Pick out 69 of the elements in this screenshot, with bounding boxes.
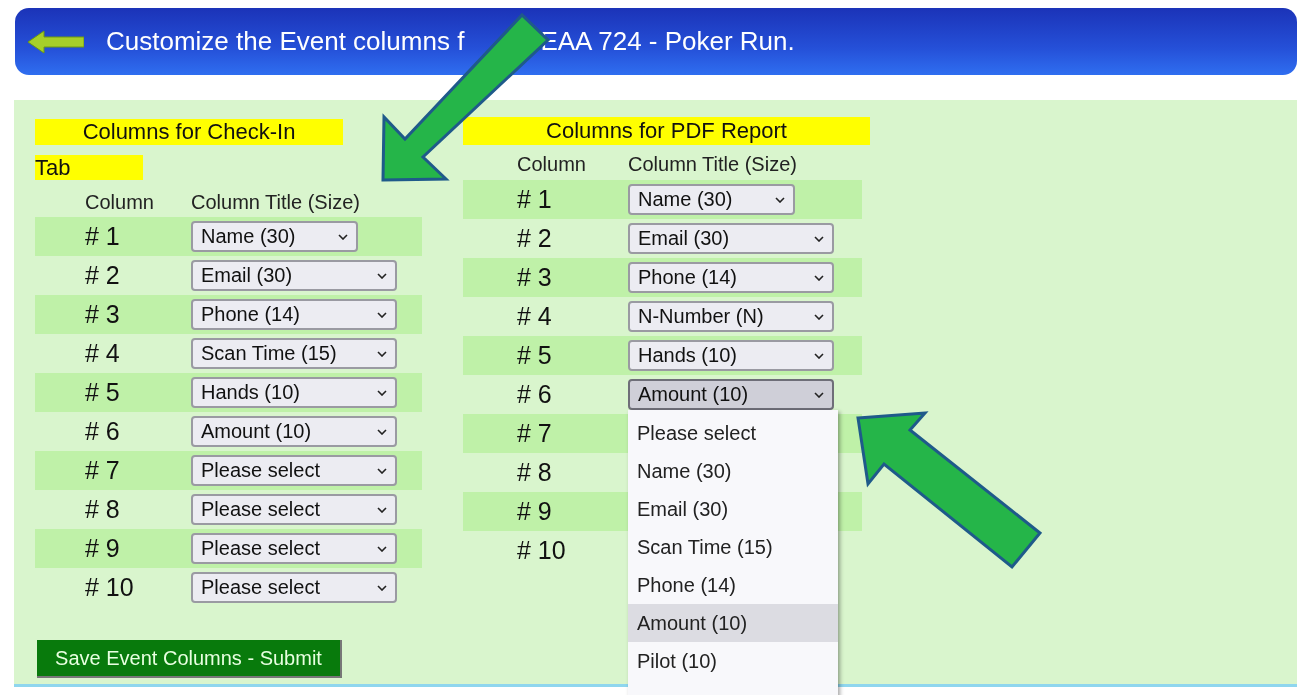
column-header: Column bbox=[517, 152, 587, 176]
column-number: # 4 bbox=[84, 339, 121, 368]
column-number: # 4 bbox=[516, 302, 553, 331]
dropdown-option[interactable]: Amount (10) bbox=[628, 604, 838, 642]
section-title: Columns for PDF Report bbox=[463, 117, 870, 145]
column-dropdown[interactable]: Email (30) bbox=[191, 260, 397, 291]
chevron-down-icon bbox=[377, 545, 387, 552]
column-number: # 10 bbox=[84, 573, 135, 602]
column-number: # 3 bbox=[84, 300, 121, 329]
column-dropdown[interactable]: Please select bbox=[191, 494, 397, 525]
column-number: # 6 bbox=[516, 380, 553, 409]
column-number: # 8 bbox=[516, 458, 553, 487]
column-dropdown[interactable]: Please select bbox=[191, 533, 397, 564]
column-dropdown[interactable]: Name (30) bbox=[628, 184, 795, 215]
column-number: # 1 bbox=[84, 222, 121, 251]
column-number: # 1 bbox=[516, 185, 553, 214]
column-dropdown[interactable]: Phone (14) bbox=[191, 299, 397, 330]
column-number: # 7 bbox=[84, 456, 121, 485]
chevron-down-icon bbox=[377, 350, 387, 357]
chevron-down-icon bbox=[377, 311, 387, 318]
column-dropdown[interactable]: Please select bbox=[191, 572, 397, 603]
chevron-down-icon bbox=[775, 196, 785, 203]
chevron-down-icon bbox=[377, 272, 387, 279]
column-header: Column Title (Size) bbox=[191, 190, 360, 214]
section-title: Tab bbox=[35, 155, 143, 180]
column-number: # 10 bbox=[516, 536, 567, 565]
section-title: Columns for Check-In bbox=[35, 119, 343, 145]
chevron-down-icon bbox=[377, 428, 387, 435]
column-dropdown[interactable]: Email (30) bbox=[628, 223, 834, 254]
column-number: # 2 bbox=[516, 224, 553, 253]
column-dropdown[interactable]: Scan Time (15) bbox=[191, 338, 397, 369]
column-dropdown[interactable]: N-Number (N) bbox=[628, 301, 834, 332]
column-number: # 2 bbox=[84, 261, 121, 290]
page-title: Customize the Event columns f bbox=[106, 26, 465, 57]
column-number: # 7 bbox=[516, 419, 553, 448]
column-header: Column bbox=[85, 190, 155, 214]
column-number: # 5 bbox=[84, 378, 121, 407]
column-number: # 3 bbox=[516, 263, 553, 292]
column-dropdown[interactable]: Please select bbox=[191, 455, 397, 486]
submit-button[interactable]: Save Event Columns - Submit bbox=[37, 640, 342, 678]
column-number: # 9 bbox=[84, 534, 121, 563]
chevron-down-icon bbox=[377, 467, 387, 474]
chevron-down-icon bbox=[814, 391, 824, 398]
chevron-down-icon bbox=[814, 274, 824, 281]
chevron-down-icon bbox=[814, 352, 824, 359]
back-arrow-icon[interactable] bbox=[28, 29, 84, 54]
chevron-down-icon bbox=[377, 506, 387, 513]
dropdown-option[interactable]: Scan Time (15) bbox=[628, 528, 838, 566]
chevron-down-icon bbox=[814, 313, 824, 320]
column-number: # 8 bbox=[84, 495, 121, 524]
column-dropdown[interactable]: Hands (10) bbox=[628, 340, 834, 371]
chevron-down-icon bbox=[814, 235, 824, 242]
dropdown-option[interactable]: Phone (14) bbox=[628, 566, 838, 604]
column-header: Column Title (Size) bbox=[628, 152, 797, 176]
column-number: # 9 bbox=[516, 497, 553, 526]
column-number: # 6 bbox=[84, 417, 121, 446]
dropdown-option[interactable]: Email (30) bbox=[628, 490, 838, 528]
column-number: # 5 bbox=[516, 341, 553, 370]
column-dropdown[interactable]: Amount (10) bbox=[191, 416, 397, 447]
column-dropdown[interactable]: Hands (10) bbox=[191, 377, 397, 408]
chevron-down-icon bbox=[338, 233, 348, 240]
column-dropdown[interactable]: Name (30) bbox=[191, 221, 358, 252]
column-dropdown[interactable]: Phone (14) bbox=[628, 262, 834, 293]
column-dropdown[interactable]: Amount (10) bbox=[628, 379, 834, 410]
dropdown-option[interactable]: Please select bbox=[628, 414, 838, 452]
chevron-down-icon bbox=[377, 584, 387, 591]
dropdown-option[interactable]: Name (30) bbox=[628, 452, 838, 490]
chevron-down-icon bbox=[377, 389, 387, 396]
dropdown-option[interactable]: Pilot (10) bbox=[628, 642, 838, 680]
